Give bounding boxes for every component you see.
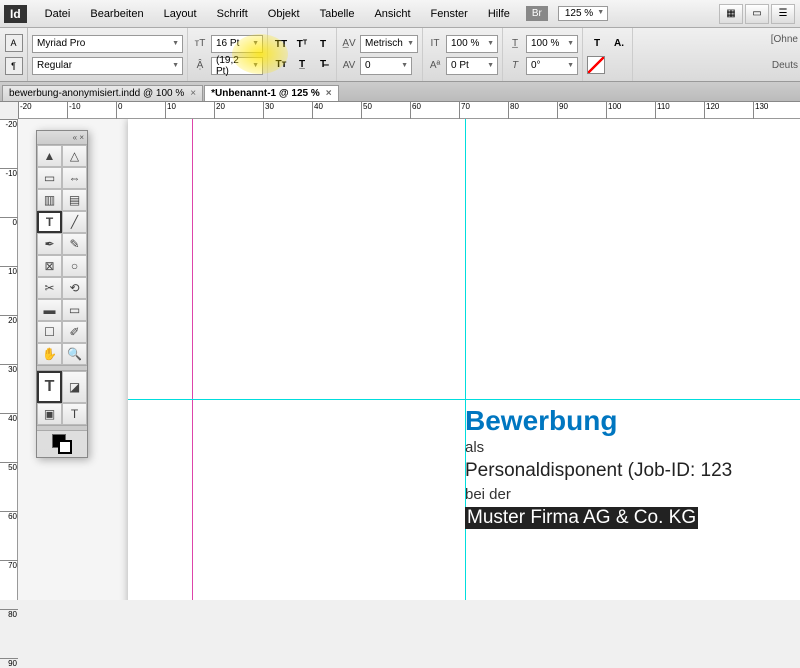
hscale-field[interactable]: 100 % — [526, 35, 578, 53]
pencil-tool-icon[interactable]: ✎ — [62, 233, 87, 255]
para-mode-icon[interactable]: ¶ — [5, 57, 23, 75]
menu-fenster[interactable]: Fenster — [421, 8, 478, 20]
menubar: Id Datei Bearbeiten Layout Schrift Objek… — [0, 0, 800, 28]
line-tool-icon[interactable]: ╱ — [62, 211, 87, 233]
rectangle-frame-icon[interactable]: ⊠ — [37, 255, 62, 277]
strikethrough-button[interactable]: T̶ — [314, 57, 332, 73]
char-mode-icon[interactable]: A — [5, 34, 23, 52]
kerning-field[interactable]: Metrisch — [360, 35, 418, 53]
hscale-icon: T̲ — [507, 36, 523, 52]
skew-field[interactable]: 0° — [526, 57, 578, 75]
menu-ansicht[interactable]: Ansicht — [364, 8, 420, 20]
menu-hilfe[interactable]: Hilfe — [478, 8, 520, 20]
type-tool-icon[interactable]: T — [37, 211, 62, 233]
tools-panel[interactable]: « × ▲ △ ▭ ⇔ ▥ ▤ T ╱ ✒ ✎ ⊠ ○ ✂ ⟲ ▬ ▭ ☐ ✐ … — [36, 130, 88, 458]
panel-header[interactable]: « × — [37, 131, 87, 145]
swap-fill-stroke-icon[interactable]: ◪ — [62, 371, 87, 403]
text-frame[interactable]: Bewerbung als Personaldisponent (Job-ID:… — [465, 405, 732, 529]
direct-selection-tool-icon[interactable]: △ — [62, 145, 87, 167]
menu-bearbeiten[interactable]: Bearbeiten — [80, 8, 153, 20]
ellipse-tool-icon[interactable]: ○ — [62, 255, 87, 277]
gap-tool-icon[interactable]: ⇔ — [62, 167, 87, 189]
fill-stroke-icon[interactable]: T — [37, 371, 62, 403]
baseline-field[interactable]: 0 Pt — [446, 57, 498, 75]
menu-objekt[interactable]: Objekt — [258, 8, 310, 20]
body-text: als — [465, 439, 732, 456]
pen-tool-icon[interactable]: ✒ — [37, 233, 62, 255]
hand-tool-icon[interactable]: ✋ — [37, 343, 62, 365]
no-stroke-icon[interactable] — [587, 56, 605, 74]
allcaps-button[interactable]: TT — [272, 37, 290, 53]
guide-margin[interactable] — [192, 119, 193, 600]
screen-mode-button[interactable]: ▭ — [745, 4, 769, 24]
menu-datei[interactable]: Datei — [35, 8, 81, 20]
menu-schrift[interactable]: Schrift — [207, 8, 258, 20]
font-size-icon: ᴛT — [192, 36, 208, 52]
body-text: bei der — [465, 486, 732, 503]
font-style-combo[interactable]: Regular — [32, 57, 183, 75]
leading-field[interactable]: (19,2 Pt) — [211, 57, 263, 75]
gradient-feather-icon[interactable]: ▭ — [62, 299, 87, 321]
page-tool-icon[interactable]: ▭ — [37, 167, 62, 189]
note-tool-icon[interactable]: ☐ — [37, 321, 62, 343]
font-family-combo[interactable]: Myriad Pro — [32, 35, 183, 53]
zoom-tool-icon[interactable]: 🔍 — [62, 343, 87, 365]
transform-tool-icon[interactable]: ⟲ — [62, 277, 87, 299]
bridge-button[interactable]: Br — [526, 6, 548, 21]
canvas[interactable]: Bewerbung als Personaldisponent (Job-ID:… — [18, 119, 800, 600]
vscale-icon: IT — [427, 36, 443, 52]
guide-horizontal[interactable] — [128, 399, 800, 400]
ruler-horizontal[interactable]: -20-100102030405060708090100110120130 — [18, 102, 800, 119]
formatting-container-icon[interactable]: ▣ — [37, 403, 62, 425]
heading-text: Bewerbung — [465, 405, 732, 437]
char-style-button[interactable]: A. — [610, 36, 628, 52]
tab-doc-1[interactable]: bewerbung-anonymisiert.indd @ 100 %× — [2, 85, 203, 101]
leading-icon: Ậ — [192, 58, 208, 74]
font-size-field[interactable]: 16 Pt — [211, 35, 263, 53]
selection-tool-icon[interactable]: ▲ — [37, 145, 62, 167]
char-style-label: [Ohne — [771, 34, 798, 45]
color-swatch-icon[interactable] — [52, 434, 72, 454]
arrange-button[interactable]: ☰ — [771, 4, 795, 24]
app-logo-icon: Id — [4, 5, 27, 23]
kerning-icon: A̲V — [341, 36, 357, 52]
view-mode-button[interactable]: ▦ — [719, 4, 743, 24]
tab-doc-2[interactable]: *Unbenannt-1 @ 125 %× — [204, 85, 339, 101]
menu-tabelle[interactable]: Tabelle — [310, 8, 365, 20]
subscript-button[interactable]: Tᴛ — [272, 57, 290, 73]
fill-swatch-icon[interactable]: T — [587, 36, 607, 52]
baseline-icon: Aª — [427, 58, 443, 74]
firm-text-selected: Muster Firma AG & Co. KG — [465, 507, 698, 529]
vscale-field[interactable]: 100 % — [446, 35, 498, 53]
eyedropper-tool-icon[interactable]: ✐ — [62, 321, 87, 343]
language-label: Deuts — [772, 60, 798, 71]
tracking-icon: AV — [341, 58, 357, 74]
scissors-tool-icon[interactable]: ✂ — [37, 277, 62, 299]
tracking-field[interactable]: 0 — [360, 57, 412, 75]
ruler-vertical[interactable]: -20-100102030405060708090 — [0, 119, 18, 600]
content-placer-icon[interactable]: ▤ — [62, 189, 87, 211]
close-icon[interactable]: × — [326, 88, 332, 99]
gradient-tool-icon[interactable]: ▬ — [37, 299, 62, 321]
job-text: Personaldisponent (Job-ID: 123 — [465, 460, 732, 482]
document-tabstrip: bewerbung-anonymisiert.indd @ 100 %× *Un… — [0, 82, 800, 102]
underline-button[interactable]: T̲ — [293, 57, 311, 73]
menu-layout[interactable]: Layout — [154, 8, 207, 20]
zoom-combo[interactable]: 125 % — [558, 6, 608, 21]
skew-icon: T — [507, 58, 523, 74]
control-bar: A ¶ Myriad Pro Regular ᴛT16 Pt Ậ(19,2 Pt… — [0, 28, 800, 82]
superscript-button[interactable]: T — [314, 37, 332, 53]
smallcaps-button[interactable]: Tᵀ — [293, 37, 311, 53]
formatting-text-icon[interactable]: T — [62, 403, 87, 425]
close-icon[interactable]: × — [190, 88, 196, 99]
content-collector-icon[interactable]: ▥ — [37, 189, 62, 211]
